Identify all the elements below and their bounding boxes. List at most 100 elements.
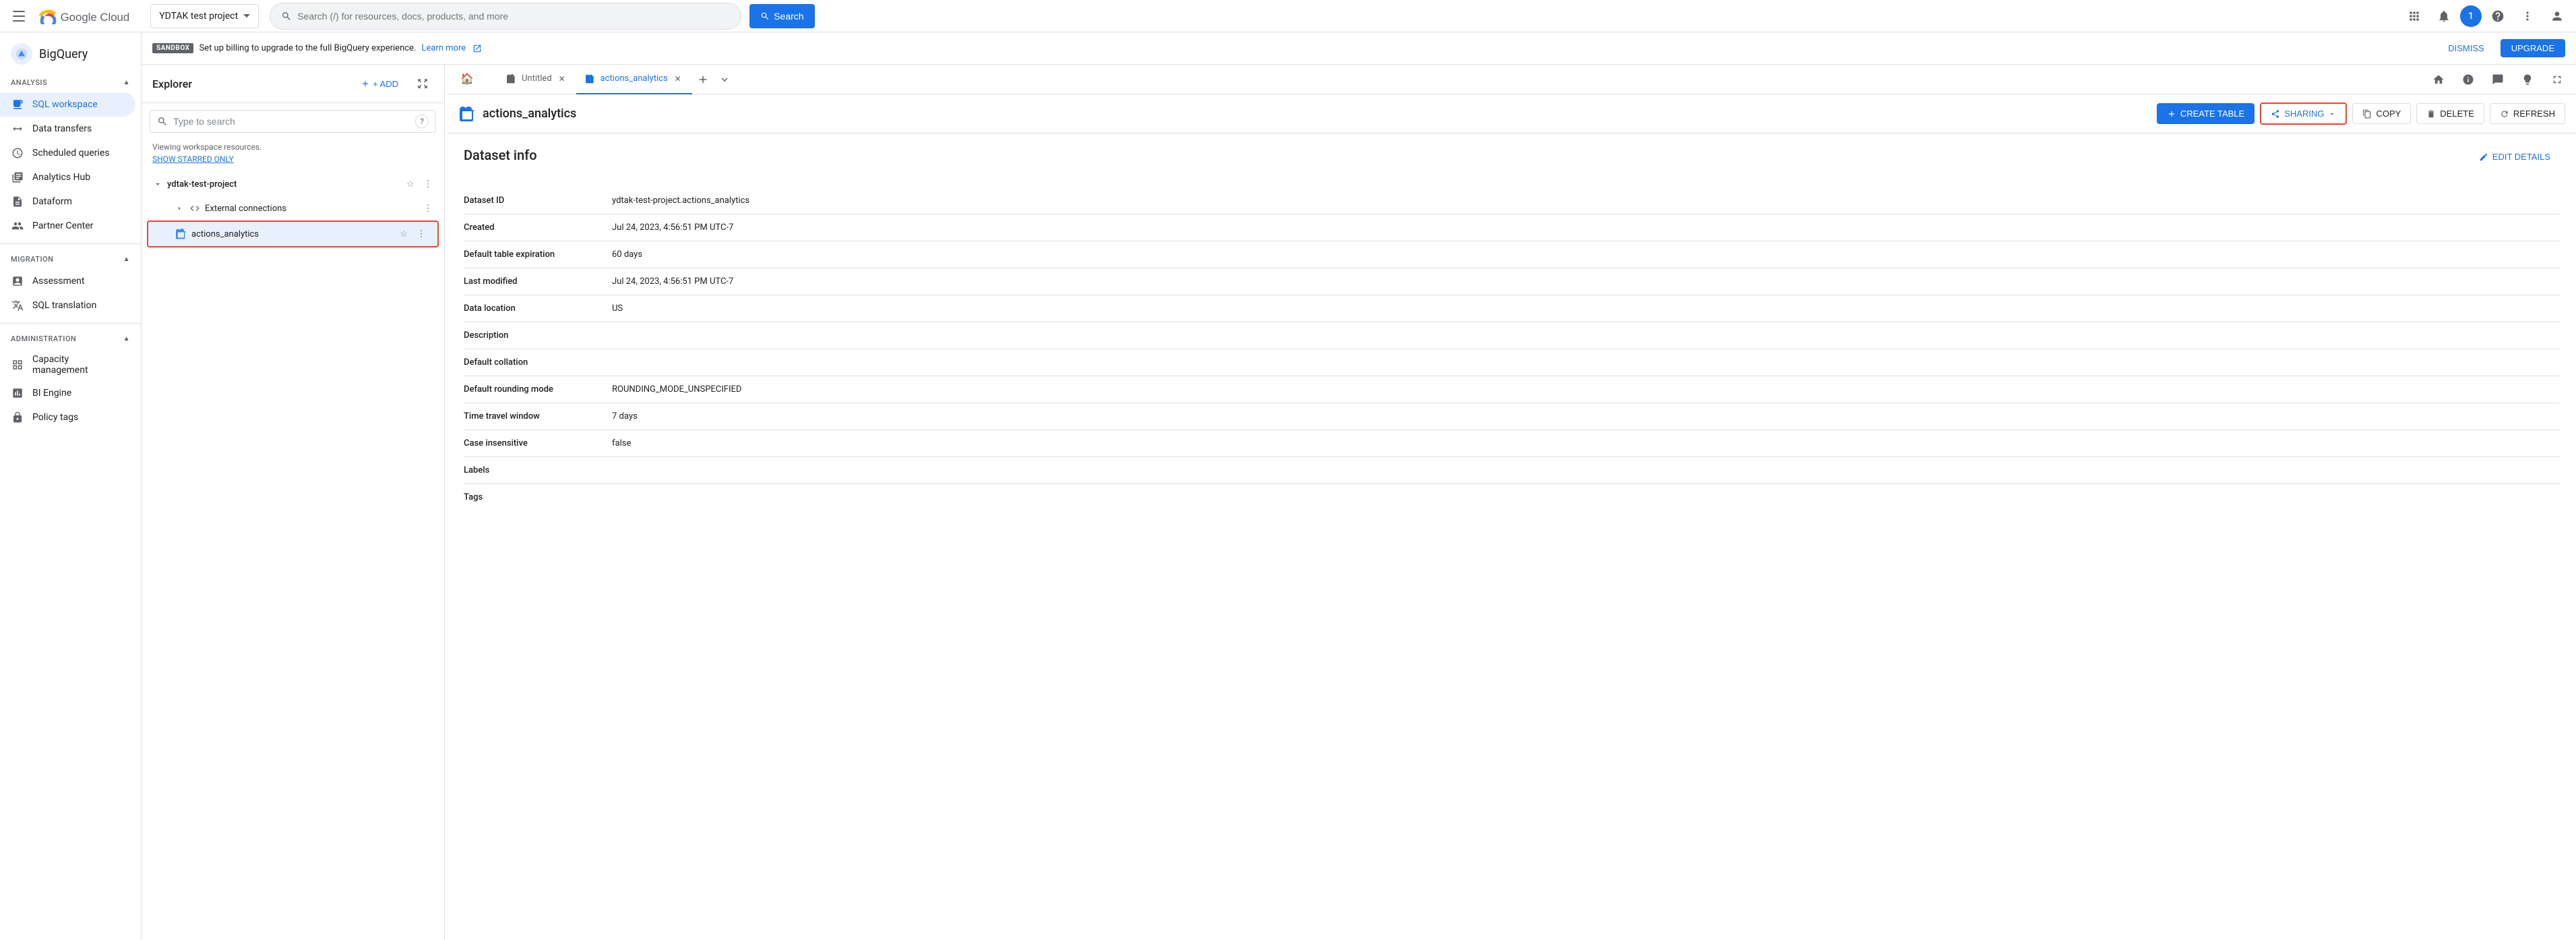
info-field-label: Dataset ID — [464, 187, 612, 214]
global-search-bar[interactable] — [270, 3, 741, 30]
notifications-button[interactable] — [2430, 3, 2457, 30]
delete-button[interactable]: DELETE — [2416, 103, 2484, 124]
sidebar-item-sql-workspace[interactable]: SQL workspace — [0, 92, 135, 117]
actions-analytics-tab-close-button[interactable]: ✕ — [672, 73, 684, 85]
refresh-label: REFRESH — [2513, 109, 2555, 119]
edit-details-button[interactable]: EDIT DETAILS — [2470, 147, 2560, 167]
sidebar-item-assessment[interactable]: Assessment — [0, 269, 135, 293]
more-options-button[interactable] — [2514, 3, 2541, 30]
tab-menu-button[interactable] — [714, 69, 735, 90]
add-tab-button[interactable] — [692, 69, 714, 90]
bq-header-label: BigQuery — [39, 47, 88, 61]
project-expand-icon — [152, 179, 163, 189]
sidebar-item-sql-workspace-label: SQL workspace — [32, 99, 98, 110]
sidebar-item-analytics-hub[interactable]: Analytics Hub — [0, 165, 135, 189]
sidebar-item-dataform[interactable]: Dataform — [0, 189, 135, 214]
tree-item-external-connections[interactable]: External connections ⋮ — [142, 196, 444, 221]
upgrade-button[interactable]: UPGRADE — [2501, 39, 2565, 57]
explorer-search-input[interactable] — [173, 116, 410, 127]
copy-label: COPY — [2376, 109, 2401, 119]
sidebar-item-dataform-label: Dataform — [32, 196, 72, 207]
info-field-value: ROUNDING_MODE_UNSPECIFIED — [612, 376, 2560, 403]
avatar-label: 1 — [2468, 11, 2474, 22]
hamburger-icon — [13, 11, 25, 22]
hamburger-button[interactable] — [5, 3, 32, 30]
project-more-button[interactable]: ⋮ — [420, 176, 436, 192]
tabs-info-button[interactable] — [2455, 66, 2482, 93]
edit-details-label: EDIT DETAILS — [2492, 152, 2550, 162]
svg-text:Google Cloud: Google Cloud — [61, 11, 130, 24]
tabs-bar: 🏠 ✕ Untitled ✕ — [448, 65, 2576, 94]
sidebar-item-policy-tags[interactable]: Policy tags — [0, 405, 135, 430]
analytics-hub-icon — [11, 171, 24, 184]
explorer-search-box[interactable]: ? — [150, 110, 436, 133]
info-field-value — [612, 349, 2560, 376]
tabs-expand-icon — [2551, 74, 2563, 86]
tree-item-actions-analytics[interactable]: actions_analytics ☆ ⋮ — [147, 221, 439, 247]
dismiss-button[interactable]: DISMISS — [2437, 39, 2494, 57]
untitled-tab-label: Untitled — [522, 74, 552, 84]
sidebar-item-policy-tags-label: Policy tags — [32, 412, 78, 423]
help-button[interactable] — [2484, 3, 2511, 30]
administration-collapse-icon: ▲ — [123, 335, 130, 343]
migration-collapse-icon: ▲ — [123, 256, 130, 263]
actions-analytics-label: actions_analytics — [191, 229, 392, 239]
dataset-header-row: Dataset info EDIT DETAILS — [464, 147, 2560, 177]
refresh-button[interactable]: REFRESH — [2490, 103, 2565, 124]
info-table-row: Default table expiration 60 days — [464, 241, 2560, 268]
section-divider-1 — [0, 243, 141, 244]
add-icon — [361, 79, 370, 88]
migration-section-items: Assessment SQL translation — [0, 269, 141, 318]
apps-button[interactable] — [2401, 3, 2428, 30]
tab-home[interactable]: 🏠 ✕ — [453, 65, 497, 94]
sql-translation-icon — [11, 299, 24, 312]
help-icon — [2491, 9, 2505, 23]
sidebar-item-scheduled-queries[interactable]: Scheduled queries — [0, 141, 135, 165]
create-table-button[interactable]: CREATE TABLE — [2157, 103, 2255, 124]
migration-section-header[interactable]: Migration ▲ — [0, 249, 141, 269]
account-button[interactable] — [2544, 3, 2571, 30]
learn-more-link[interactable]: Learn more — [421, 43, 466, 53]
analysis-section-header[interactable]: Analysis ▲ — [0, 73, 141, 92]
administration-section-header[interactable]: Administration ▲ — [0, 329, 141, 349]
copy-icon — [2362, 109, 2372, 119]
project-selector[interactable]: YDTAK test project — [150, 4, 259, 28]
sidebar-item-capacity-management[interactable]: Capacity management — [0, 349, 135, 381]
collapse-explorer-button[interactable] — [412, 73, 433, 94]
project-star-button[interactable]: ☆ — [402, 176, 419, 192]
project-name-label: YDTAK test project — [159, 11, 238, 22]
sidebar-item-data-transfers-label: Data transfers — [32, 123, 92, 134]
sharing-button[interactable]: SHARING — [2260, 102, 2347, 125]
tree-project-row[interactable]: ydtak-test-project ☆ ⋮ — [142, 172, 444, 196]
actions-analytics-star-button[interactable]: ☆ — [396, 226, 412, 242]
dataset-name-label: actions_analytics — [483, 107, 2151, 121]
search-help-icon[interactable]: ? — [415, 115, 429, 128]
info-field-label: Last modified — [464, 268, 612, 295]
sidebar-item-data-transfers[interactable]: Data transfers — [0, 117, 135, 141]
sidebar-item-sql-translation[interactable]: SQL translation — [0, 293, 135, 318]
sidebar-item-bi-engine[interactable]: BI Engine — [0, 381, 135, 405]
show-starred-only-link[interactable]: SHOW STARRED ONLY — [142, 154, 444, 169]
external-connections-more-button[interactable]: ⋮ — [420, 200, 436, 216]
nav-icons: 1 — [2401, 3, 2571, 30]
google-cloud-logo[interactable]: Google Cloud — [38, 8, 140, 24]
tab-untitled[interactable]: Untitled ✕ — [497, 65, 576, 94]
add-button[interactable]: + ADD — [352, 75, 406, 93]
actions-analytics-more-button[interactable]: ⋮ — [413, 226, 429, 242]
untitled-tab-close-button[interactable]: ✕ — [556, 73, 568, 85]
tabs-expand-button[interactable] — [2544, 66, 2571, 93]
tab-actions-analytics[interactable]: actions_analytics ✕ — [576, 65, 692, 94]
viewing-text: Viewing workspace resources. — [142, 140, 444, 154]
tabs-chat-button[interactable] — [2484, 66, 2511, 93]
dataset-toolbar: actions_analytics CREATE TABLE SHARING — [448, 94, 2576, 134]
search-button[interactable]: Search — [749, 4, 814, 28]
tabs-home-button[interactable] — [2425, 66, 2452, 93]
sql-workspace-icon — [11, 98, 24, 111]
info-table-row: Data location US — [464, 295, 2560, 322]
copy-button[interactable]: COPY — [2352, 103, 2411, 124]
global-search-input[interactable] — [297, 11, 730, 22]
tabs-lightbulb-button[interactable] — [2514, 66, 2541, 93]
tabs-chat-icon — [2492, 74, 2504, 86]
sidebar-item-partner-center[interactable]: Partner Center — [0, 214, 135, 238]
avatar[interactable]: 1 — [2460, 5, 2482, 27]
